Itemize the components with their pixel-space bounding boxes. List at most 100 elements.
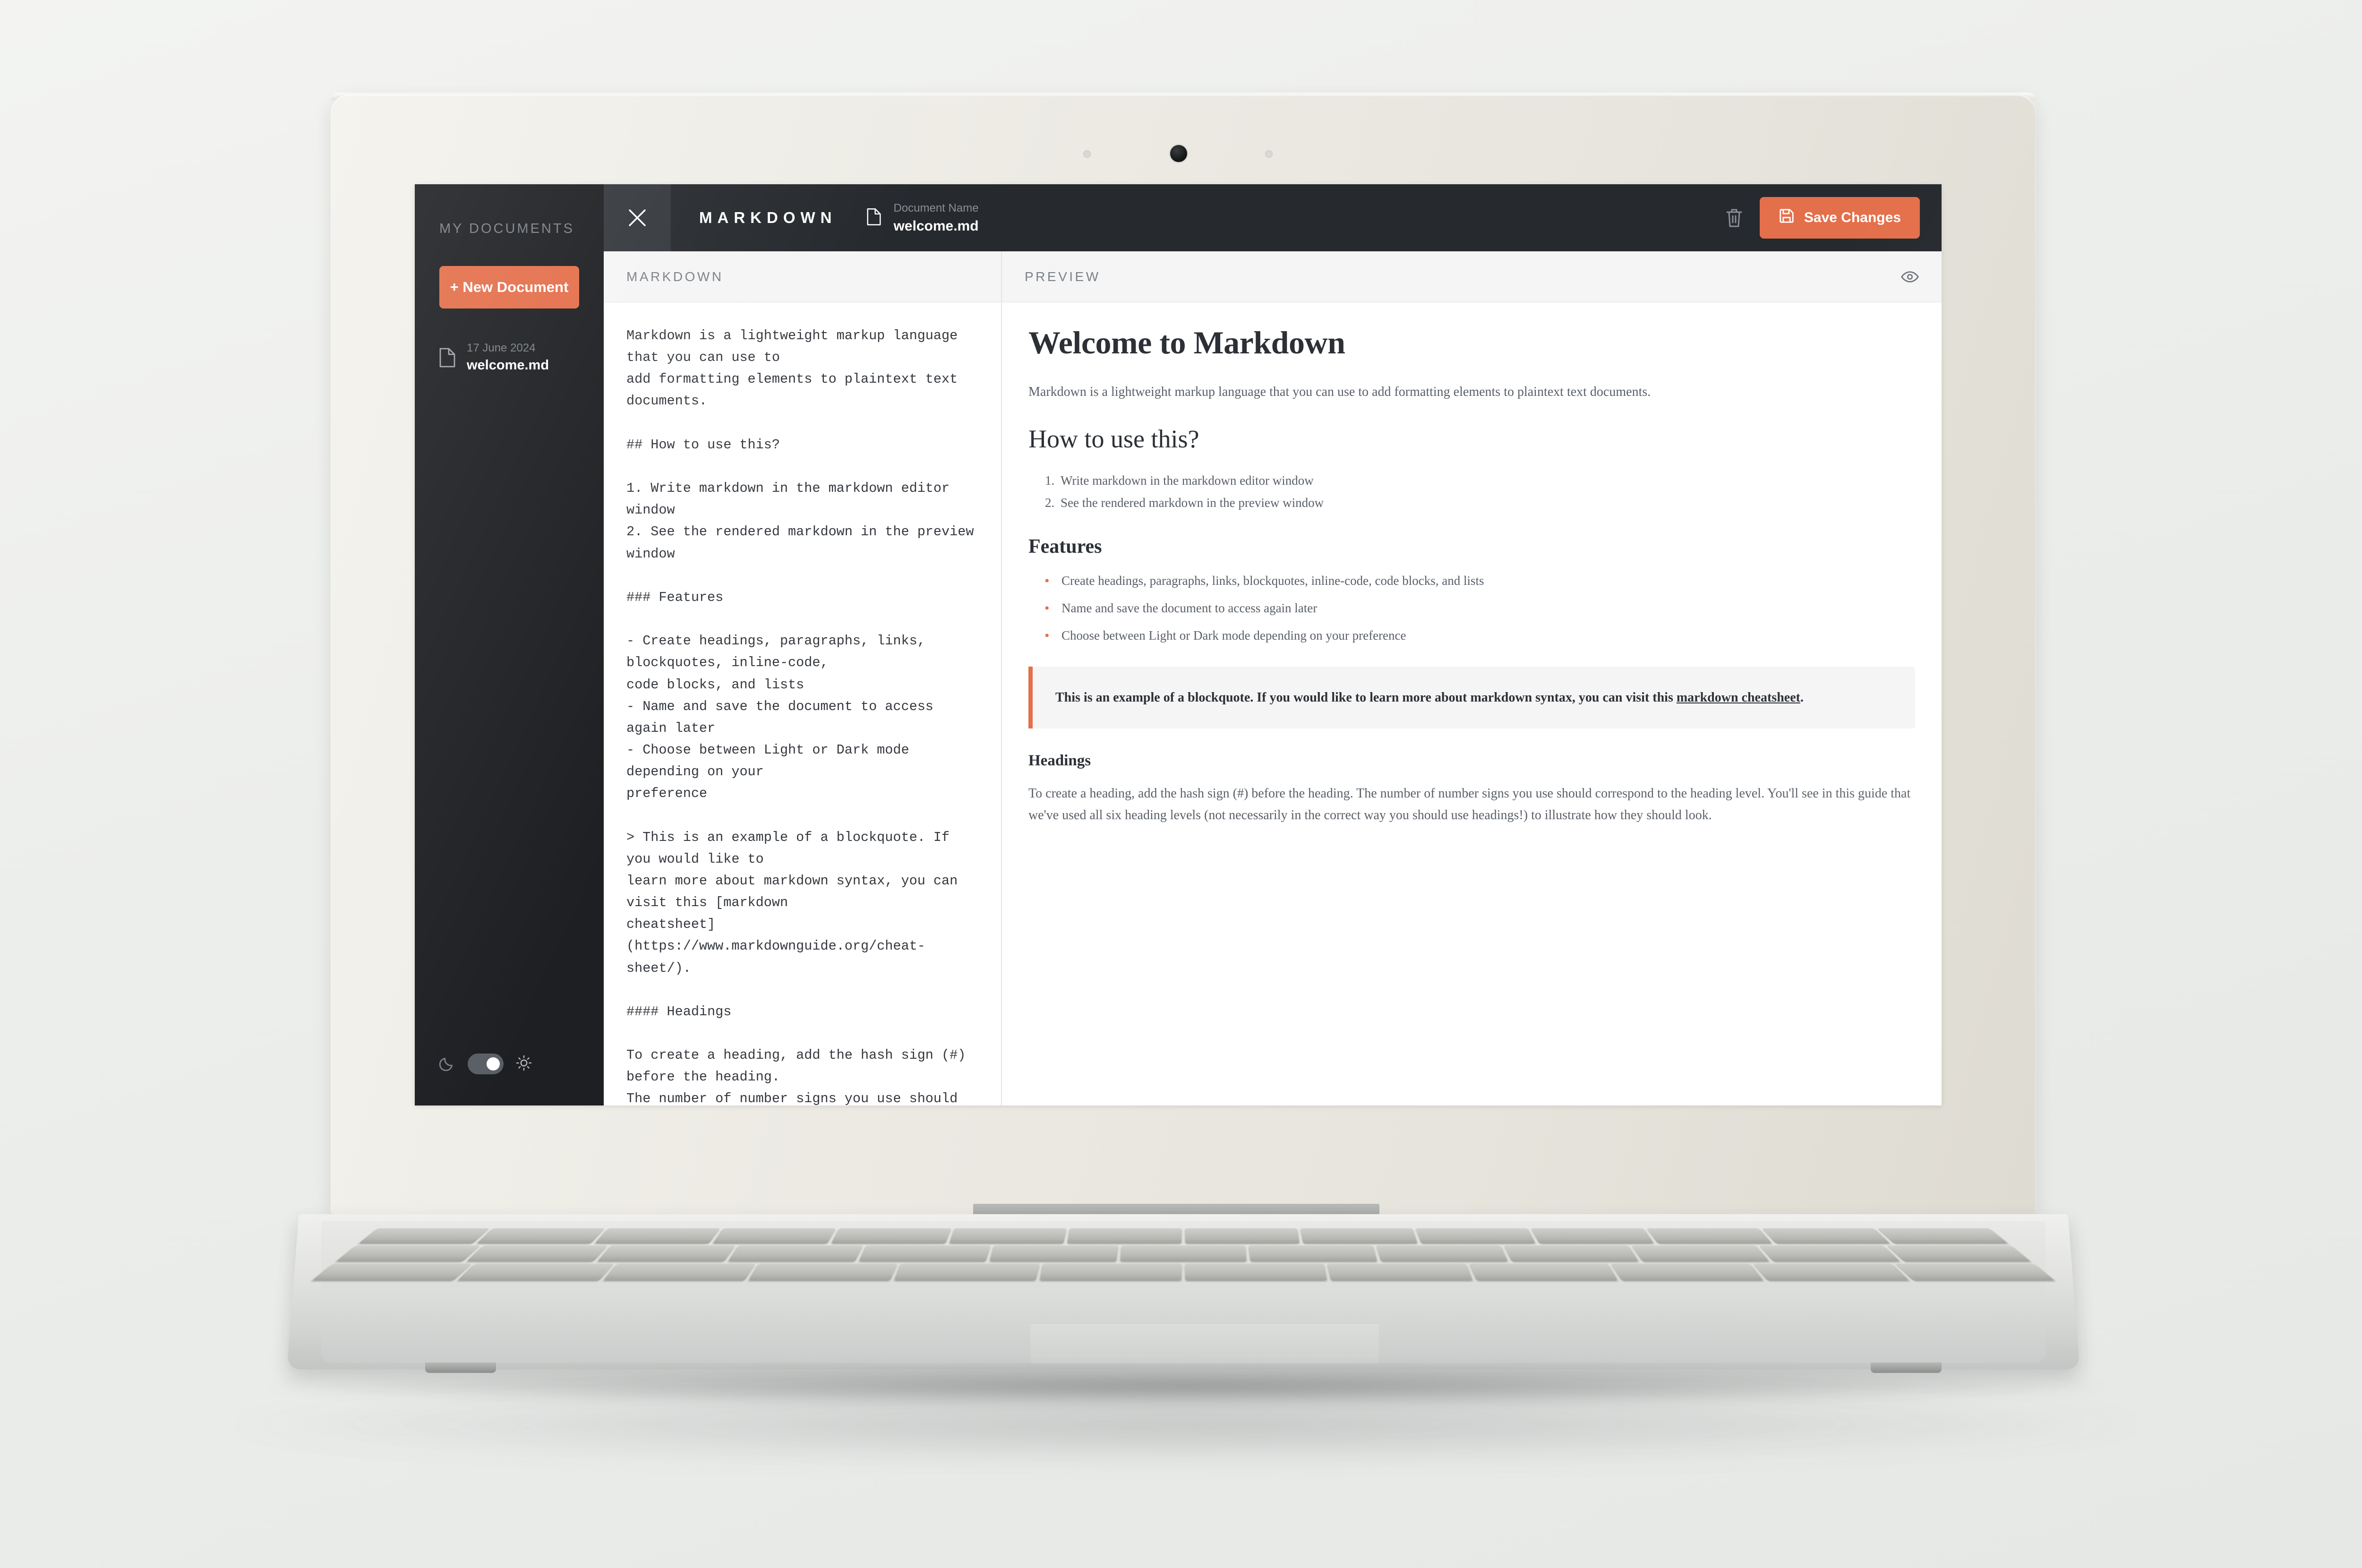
document-name-label: Document Name xyxy=(893,201,979,214)
microphone-hole-right xyxy=(1265,150,1273,158)
sidebar-title: MY DOCUMENTS xyxy=(439,221,574,236)
key[interactable] xyxy=(1504,1245,1639,1261)
key[interactable] xyxy=(1762,1228,1890,1243)
keyboard-row xyxy=(359,1228,2008,1243)
laptop-device: MY DOCUMENTS + New Document 17 June 2024… xyxy=(0,0,2362,1568)
key[interactable] xyxy=(359,1228,490,1243)
trash-icon[interactable] xyxy=(1709,207,1760,228)
save-button[interactable]: Save Changes xyxy=(1759,197,1920,239)
close-icon[interactable] xyxy=(604,184,671,251)
new-document-button[interactable]: + New Document xyxy=(439,266,579,308)
document-list: 17 June 2024 welcome.md xyxy=(415,337,604,378)
key[interactable] xyxy=(749,1263,898,1280)
blockquote-text-after: . xyxy=(1800,690,1804,705)
base-shadow xyxy=(265,1365,2107,1408)
key[interactable] xyxy=(1301,1228,1418,1243)
keyboard-row xyxy=(312,1263,2054,1280)
preview-pane-title: PREVIEW xyxy=(1025,269,1101,284)
app-name: MARKDOWN xyxy=(699,209,837,226)
document-date: 17 June 2024 xyxy=(467,342,536,354)
key[interactable] xyxy=(603,1263,756,1280)
preview-h1: Welcome to Markdown xyxy=(1028,325,1345,360)
key[interactable] xyxy=(1469,1263,1618,1280)
preview-blockquote: This is an example of a blockquote. If y… xyxy=(1028,666,1915,729)
key[interactable] xyxy=(477,1228,605,1243)
list-item: Choose between Light or Dark mode depend… xyxy=(1044,625,1915,647)
key[interactable] xyxy=(1249,1245,1378,1261)
key[interactable] xyxy=(713,1228,836,1243)
key[interactable] xyxy=(1377,1245,1508,1261)
theme-switch[interactable] xyxy=(468,1054,504,1074)
markdown-editor-pane: MARKDOWN Markdown is a lightweight marku… xyxy=(604,251,1002,1105)
document-name-input[interactable]: welcome.md xyxy=(893,218,978,234)
preview-h4-headings: Headings xyxy=(1028,752,1091,770)
eye-icon[interactable] xyxy=(1901,268,1919,286)
key[interactable] xyxy=(1759,1245,1900,1261)
list-item: See the rendered markdown in the preview… xyxy=(1058,492,1915,514)
save-button-label: Save Changes xyxy=(1804,210,1901,225)
laptop-foot-left xyxy=(425,1362,496,1373)
markdown-cheatsheet-link[interactable]: markdown cheatsheet xyxy=(1677,690,1800,705)
list-item: Name and save the document to access aga… xyxy=(1044,598,1915,619)
key[interactable] xyxy=(949,1228,1066,1243)
trackpad[interactable] xyxy=(1030,1323,1379,1363)
key[interactable] xyxy=(598,1245,735,1261)
key[interactable] xyxy=(1895,1263,2054,1280)
moon-icon[interactable] xyxy=(439,1055,455,1073)
key[interactable] xyxy=(1611,1263,1763,1280)
key[interactable] xyxy=(1416,1228,1536,1243)
key[interactable] xyxy=(728,1245,863,1261)
panes: MARKDOWN Markdown is a lightweight marku… xyxy=(604,251,1942,1105)
key[interactable] xyxy=(1632,1245,1769,1261)
main-area: MARKDOWN Document Name welcome.md Save C… xyxy=(604,184,1942,1105)
key[interactable] xyxy=(336,1245,480,1261)
key[interactable] xyxy=(859,1245,990,1261)
list-item: Write markdown in the markdown editor wi… xyxy=(1058,470,1915,491)
keyboard[interactable] xyxy=(291,1228,2076,1297)
keyboard-row xyxy=(336,1245,2030,1261)
key[interactable] xyxy=(1120,1245,1247,1261)
laptop-foot-right xyxy=(1871,1362,1942,1373)
blockquote-text-before: This is an example of a blockquote. If y… xyxy=(1055,690,1677,705)
preview-feature-list: Create headings, paragraphs, links, bloc… xyxy=(1044,570,1915,647)
preview-h2: How to use this? xyxy=(1028,425,1199,454)
key[interactable] xyxy=(831,1228,951,1243)
list-item[interactable]: 17 June 2024 welcome.md xyxy=(434,337,585,378)
sun-icon[interactable] xyxy=(516,1055,532,1073)
preview-content: Welcome to Markdown Markdown is a lightw… xyxy=(1002,302,1942,1105)
preview-h3-features: Features xyxy=(1028,536,1102,558)
key[interactable] xyxy=(312,1263,471,1280)
key[interactable] xyxy=(1327,1263,1472,1280)
key[interactable] xyxy=(1646,1228,1772,1243)
key[interactable] xyxy=(989,1245,1118,1261)
preview-headings-paragraph: To create a heading, add the hash sign (… xyxy=(1028,786,1911,823)
editor-pane-title: MARKDOWN xyxy=(626,269,724,284)
save-icon xyxy=(1779,208,1795,228)
theme-toggle xyxy=(415,1054,604,1105)
preview-pane: PREVIEW Welcome to Markdown Markdown is … xyxy=(1002,251,1942,1105)
document-name-group: Document Name welcome.md xyxy=(867,201,979,234)
key[interactable] xyxy=(595,1228,720,1243)
key[interactable] xyxy=(1067,1228,1181,1243)
key[interactable] xyxy=(1877,1228,2008,1243)
preview-intro-paragraph: Markdown is a lightweight markup languag… xyxy=(1028,385,1651,399)
editor-pane-header: MARKDOWN xyxy=(604,251,1001,302)
key[interactable] xyxy=(1887,1245,2030,1261)
document-icon xyxy=(439,348,455,368)
preview-ordered-list: Write markdown in the markdown editor wi… xyxy=(1058,470,1915,514)
key[interactable] xyxy=(1185,1228,1300,1243)
key[interactable] xyxy=(894,1263,1040,1280)
key[interactable] xyxy=(1185,1263,1327,1280)
key[interactable] xyxy=(467,1245,608,1261)
key[interactable] xyxy=(458,1263,614,1280)
document-name: welcome.md xyxy=(467,358,549,373)
key[interactable] xyxy=(1040,1263,1181,1280)
key[interactable] xyxy=(1531,1228,1654,1243)
key[interactable] xyxy=(1753,1263,1909,1280)
blockquote-paragraph: This is an example of a blockquote. If y… xyxy=(1055,687,1892,708)
markdown-textarea[interactable]: Markdown is a lightweight markup languag… xyxy=(604,302,1001,1105)
document-icon xyxy=(867,208,881,228)
sidebar: MY DOCUMENTS + New Document 17 June 2024… xyxy=(415,184,604,1105)
list-item: Create headings, paragraphs, links, bloc… xyxy=(1044,570,1915,592)
microphone-hole-left xyxy=(1083,150,1091,158)
